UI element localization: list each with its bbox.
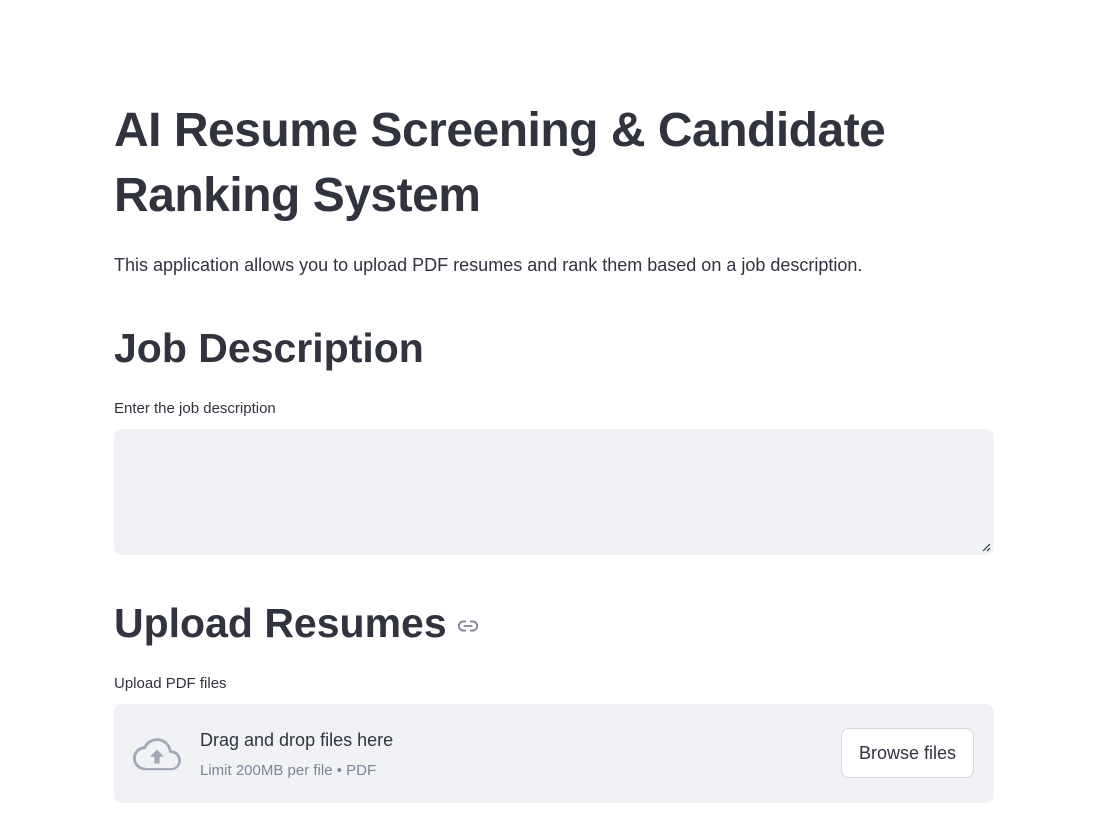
upload-pdf-label: Upload PDF files	[114, 675, 227, 692]
job-description-textarea[interactable]	[114, 429, 994, 555]
resize-handle-icon[interactable]	[981, 542, 991, 552]
upload-resumes-heading: Upload Resumes	[114, 597, 479, 649]
dropzone-limit-text: Limit 200MB per file • PDF	[200, 762, 377, 779]
job-description-label: Enter the job description	[114, 400, 276, 417]
job-description-heading-text: Job Description	[114, 325, 424, 371]
browse-files-button[interactable]: Browse files	[841, 728, 974, 778]
upload-resumes-heading-text: Upload Resumes	[114, 600, 447, 646]
file-dropzone[interactable]: Drag and drop files here Limit 200MB per…	[114, 704, 994, 803]
job-description-field[interactable]	[114, 429, 994, 555]
link-icon[interactable]	[457, 615, 479, 637]
job-description-heading: Job Description	[114, 322, 424, 374]
cloud-upload-icon	[133, 738, 181, 771]
page-title: AI Resume Screening & Candidate Ranking …	[114, 104, 886, 222]
intro-text: This application allows you to upload PD…	[114, 255, 863, 275]
dropzone-title: Drag and drop files here	[200, 730, 394, 750]
